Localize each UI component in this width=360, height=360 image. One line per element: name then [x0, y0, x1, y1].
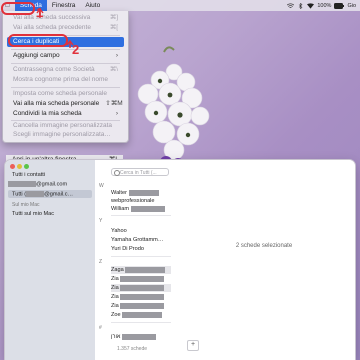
section-letter: #	[99, 325, 102, 331]
contact-row[interactable]: Walter	[111, 189, 171, 197]
search-input[interactable]: Cerca in Tutti (...	[111, 168, 169, 176]
section-letter: Z	[99, 259, 103, 265]
add-contact-button[interactable]: +	[187, 340, 199, 351]
contact-detail-pane: 2 schede selezionate +	[173, 160, 355, 360]
contact-row[interactable]: Zia	[111, 275, 171, 283]
contact-row[interactable]: אורן	[111, 333, 171, 341]
contact-row[interactable]: Yahoo	[111, 227, 171, 235]
minimize-button[interactable]	[17, 164, 22, 169]
sidebar-item-all-contacts[interactable]: Tutti i contatti	[12, 172, 45, 178]
contact-row[interactable]: Yuri Di Prodo	[111, 245, 171, 253]
list-divider	[111, 215, 171, 216]
contact-row[interactable]: webprofessionale	[111, 197, 171, 205]
search-icon	[114, 170, 120, 176]
contact-row[interactable]: Zia	[111, 284, 171, 292]
close-button[interactable]	[10, 164, 15, 169]
contacts-window: Tutti i contatti @gmail.com Tutti (@gmai…	[5, 160, 355, 360]
sidebar-item-all-gmail[interactable]: Tutti (@gmail.c…	[12, 191, 73, 197]
contact-row[interactable]: Zia	[111, 293, 171, 301]
list-divider	[111, 256, 171, 257]
contact-row[interactable]: Zoe	[111, 311, 171, 319]
contact-row[interactable]: Yamaha Grottamm…	[111, 236, 171, 244]
contact-row[interactable]: William	[111, 205, 171, 213]
groups-sidebar: Tutti i contatti @gmail.com Tutti (@gmai…	[5, 160, 95, 360]
zoom-button[interactable]	[24, 164, 29, 169]
sidebar-item-all-on-mac[interactable]: Tutti sul mio Mac	[12, 211, 54, 217]
section-letter: Y	[99, 218, 103, 224]
contact-count: 1.357 schede	[117, 346, 148, 352]
list-divider	[111, 322, 171, 323]
contacts-list: Cerca in Tutti (... W Walter webprofessi…	[95, 160, 174, 360]
sidebar-account-gmail[interactable]: @gmail.com	[8, 181, 67, 187]
contact-row[interactable]: Zia	[111, 302, 171, 310]
contact-row[interactable]: Zaga	[111, 266, 171, 274]
section-letter: W	[99, 183, 104, 189]
selection-message: 2 schede selezionate	[235, 243, 293, 249]
sidebar-section-on-my-mac: Sul mio Mac	[12, 202, 40, 208]
